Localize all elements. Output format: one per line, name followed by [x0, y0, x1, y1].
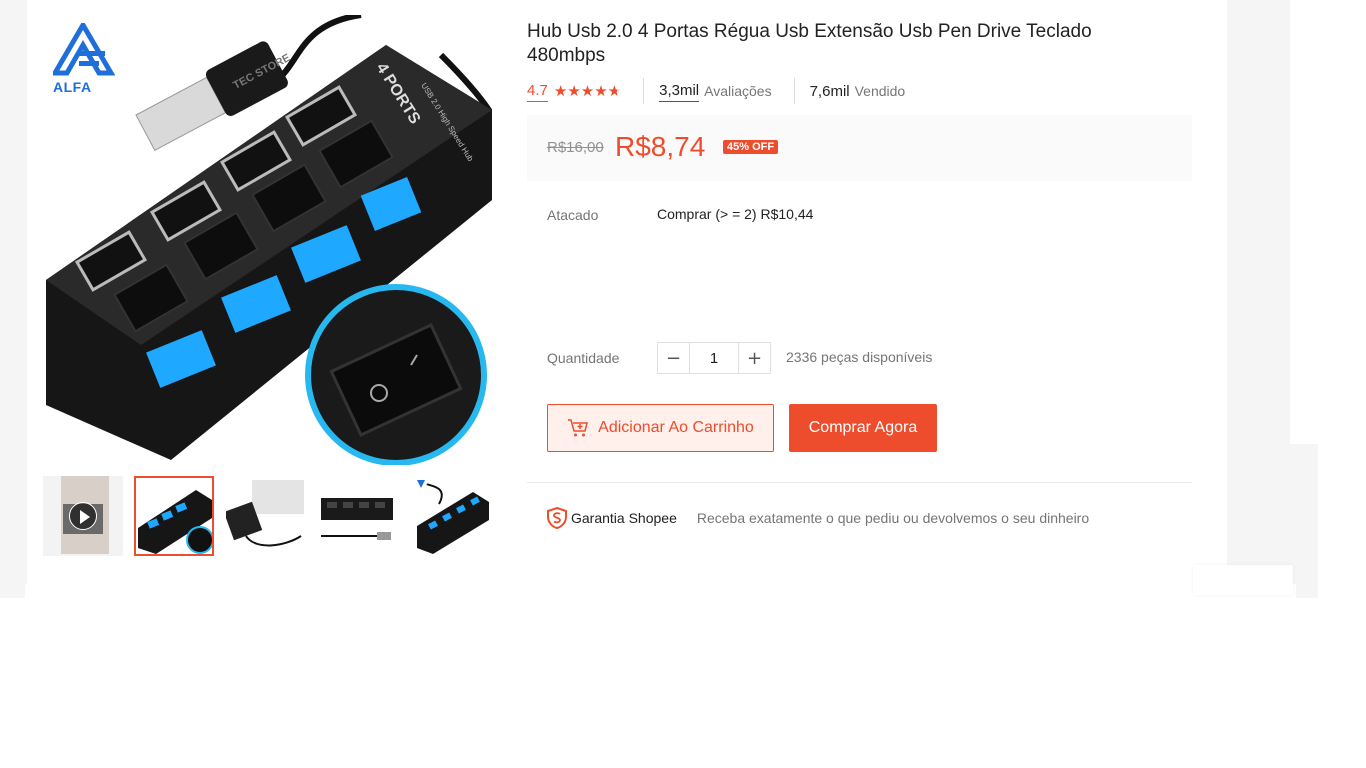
reviews-label: Avaliações [704, 83, 772, 99]
wholesale-value: Comprar (> = 2) R$10,44 [657, 206, 814, 222]
thumbnail-4[interactable] [317, 476, 397, 556]
add-to-cart-button[interactable]: Adicionar Ao Carrinho [547, 404, 774, 452]
play-icon[interactable] [69, 502, 97, 530]
thumbnail-2[interactable] [134, 476, 214, 556]
bottom-strip [25, 584, 1296, 598]
page-background-left [0, 0, 27, 598]
thumbnail-4-image [317, 476, 397, 556]
add-to-cart-label: Adicionar Ao Carrinho [598, 419, 754, 436]
buy-now-button[interactable]: Comprar Agora [789, 404, 937, 452]
reviews-count[interactable]: 3,3mil [659, 81, 700, 102]
thumbnail-3-image [226, 476, 306, 556]
thumbnail-video[interactable] [43, 476, 123, 556]
cart-add-icon [568, 419, 589, 437]
page-background-right-lower [1290, 444, 1318, 598]
original-price: R$16,00 [547, 139, 604, 156]
star-half-icon: ★ [607, 82, 622, 100]
thumbnail-2-image [136, 478, 212, 554]
star-icon: ★ [594, 82, 608, 100]
shopee-guarantee-icon [547, 507, 567, 529]
product-title: Hub Usb 2.0 4 Portas Régua Usb Extensão … [527, 21, 1092, 66]
sold-count: 7,6mil [809, 82, 850, 100]
star-icon: ★ [553, 82, 568, 100]
quantity-stepper: − + [657, 342, 771, 374]
thumbnail-3[interactable] [226, 476, 306, 556]
thumbnail-5[interactable] [409, 476, 489, 556]
current-price: R$8,74 [615, 131, 706, 162]
rating-stars: ★ ★ ★ ★ ★ [554, 83, 621, 99]
stock-available: 2336 peças disponíveis [786, 349, 933, 365]
shopee-guarantee[interactable]: Garantia Shopee Receba exatamente o que … [547, 507, 1089, 529]
page-background-right [1227, 0, 1290, 598]
thumbnail-5-image [409, 476, 489, 556]
price-section: R$16,00 R$8,74 45% OFF [527, 115, 1192, 181]
plus-icon[interactable]: + [739, 343, 770, 373]
guarantee-description: Receba exatamente o que pediu ou devolve… [696, 510, 1090, 526]
alfa-logo-icon [50, 20, 116, 76]
rating-value[interactable]: 4.7 [527, 81, 548, 102]
quantity-label: Quantidade [547, 350, 620, 366]
divider [643, 78, 645, 104]
wholesale-label: Atacado [547, 207, 599, 223]
section-divider [527, 482, 1192, 483]
floating-panel [1193, 565, 1293, 595]
product-main-image[interactable]: TEC STORE 4 PORTS USB 2.0 High Speed Hub [41, 15, 492, 465]
sold-label: Vendido [854, 83, 906, 99]
minus-icon[interactable]: − [658, 343, 689, 373]
divider [793, 78, 795, 104]
star-icon: ★ [580, 82, 595, 100]
quantity-input[interactable] [689, 343, 739, 373]
rating-row: 4.7 ★ ★ ★ ★ ★ 3,3mil Avaliações 7,6mil V… [527, 78, 906, 104]
discount-badge: 45% OFF [723, 140, 779, 154]
guarantee-title: Garantia Shopee [571, 510, 677, 526]
logo-text: ALFA [53, 79, 92, 95]
star-icon: ★ [567, 82, 581, 100]
